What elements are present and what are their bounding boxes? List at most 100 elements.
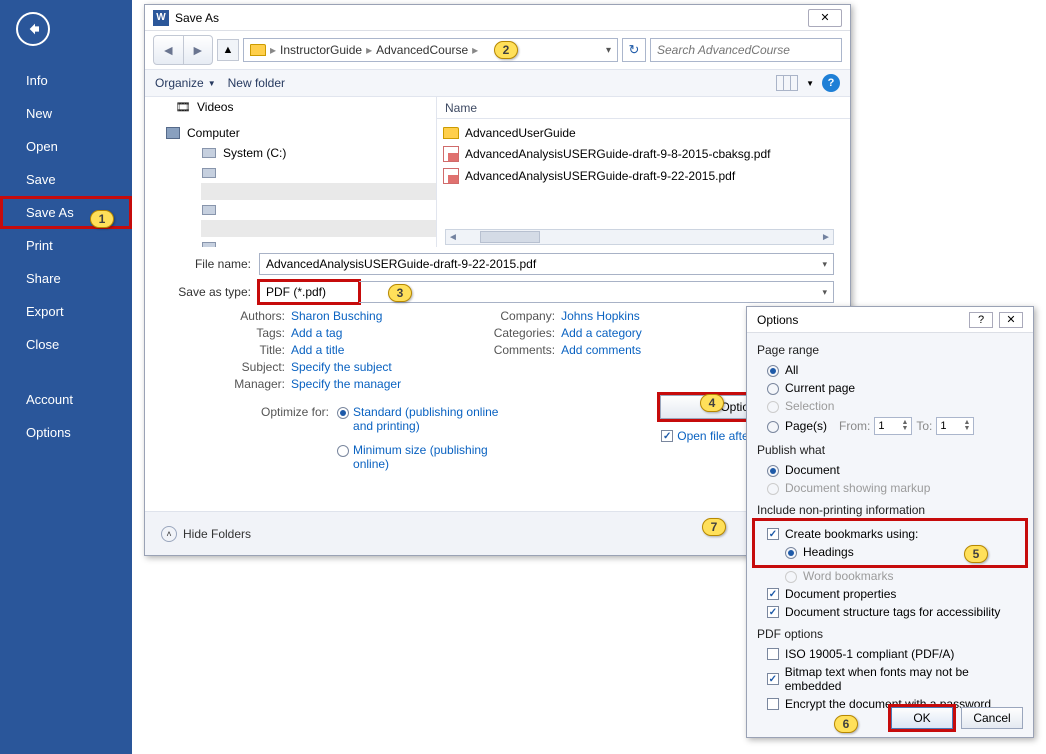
horizontal-scrollbar[interactable]: ◄► [445,229,834,245]
bitmap-checkbox[interactable]: Bitmap text when fonts may not be embedd… [757,663,1023,695]
range-selection-radio: Selection [757,397,1023,415]
manager-value[interactable]: Specify the manager [291,377,401,391]
checkbox-icon [661,430,673,442]
organize-button[interactable]: Organize▼ [155,76,216,90]
title-label: Title: [221,343,291,357]
pdf-options-heading: PDF options [757,627,1023,641]
nav-back-forward[interactable]: ◄► [153,35,213,65]
include-heading: Include non-printing information [757,503,1023,517]
ok-button[interactable]: OK [891,707,953,729]
column-header-name[interactable]: Name [437,97,850,119]
bs-export[interactable]: Export [0,295,132,328]
options-titlebar: Options ? ✕ [747,307,1033,333]
close-icon[interactable]: ✕ [999,312,1023,328]
bs-new[interactable]: New [0,97,132,130]
dialog-title: Save As [175,11,219,25]
tree-computer[interactable]: Computer [145,123,436,143]
accessibility-tags-checkbox[interactable]: Document structure tags for accessibilit… [757,603,1023,621]
authors-label: Authors: [221,309,291,323]
range-pages-radio[interactable]: Page(s) From: 1▲▼ To: 1▲▼ [757,415,1023,437]
word-app-icon: W [153,10,169,26]
optimize-minimum-radio[interactable]: Minimum size (publishing online) [337,443,503,471]
back-button[interactable] [16,12,50,46]
search-input[interactable] [650,38,842,62]
doc-properties-checkbox[interactable]: Document properties [757,585,1023,603]
help-icon[interactable]: ? [969,312,993,328]
step-marker-5: 5 [964,545,988,563]
range-all-radio[interactable]: All [757,361,1023,379]
from-spinner[interactable]: 1▲▼ [874,417,912,435]
nav-up-icon[interactable]: ▲ [217,39,239,61]
file-browser: 🎞Videos Computer System (C:) Name Advanc… [145,97,850,247]
new-folder-button[interactable]: New folder [228,76,285,90]
breadcrumb[interactable]: InstructorGuide [280,43,362,57]
categories-value[interactable]: Add a category [561,326,642,340]
step-marker-7: 7 [702,518,726,536]
company-value[interactable]: Johns Hopkins [561,309,640,323]
optimize-standard-radio[interactable]: Standard (publishing online and printing… [337,405,503,433]
help-icon[interactable]: ? [822,74,840,92]
hide-folders-button[interactable]: ˄ Hide Folders [161,526,251,542]
publish-what-heading: Publish what [757,443,1023,457]
subject-value[interactable]: Specify the subject [291,360,392,374]
bs-options[interactable]: Options [0,416,132,449]
categories-label: Categories: [481,326,561,340]
save-as-type-select[interactable]: PDF (*.pdf) [259,281,359,303]
view-options-icon[interactable] [776,75,798,91]
tree-videos[interactable]: 🎞Videos [145,97,436,117]
pdf-icon [443,146,459,162]
page-range-heading: Page range [757,343,1023,357]
address-bar[interactable]: ▸ InstructorGuide ▸ AdvancedCourse ▸ ▾ [243,38,618,62]
backstage-sidebar: Info New Open Save Save As Print Share E… [0,0,132,754]
tree-drive[interactable] [145,237,436,247]
comments-label: Comments: [481,343,561,357]
cancel-button[interactable]: Cancel [961,707,1023,729]
manager-label: Manager: [221,377,291,391]
tree-drive[interactable] [145,200,436,220]
list-item[interactable]: AdvancedUserGuide [443,123,844,143]
bs-share[interactable]: Share [0,262,132,295]
bs-open[interactable]: Open [0,130,132,163]
optimize-label: Optimize for: [261,405,329,471]
breadcrumb[interactable]: AdvancedCourse [376,43,468,57]
chevron-down-icon[interactable]: ▾ [606,45,611,56]
toolbar: Organize▼ New folder ▼ ? [145,69,850,97]
save-as-titlebar: W Save As ✕ [145,5,850,31]
search-field[interactable] [657,43,835,57]
subject-label: Subject: [221,360,291,374]
folder-tree[interactable]: 🎞Videos Computer System (C:) [145,97,437,247]
chevron-down-icon[interactable]: ▼ [806,79,814,88]
list-item[interactable]: AdvancedAnalysisUSERGuide-draft-9-8-2015… [443,143,844,165]
type-label: Save as type: [161,285,259,299]
close-icon[interactable]: ✕ [808,9,842,27]
options-dialog: Options ? ✕ Page range All Current page … [746,306,1034,738]
bs-close[interactable]: Close [0,328,132,361]
folder-icon [443,127,459,139]
bs-account[interactable]: Account [0,383,132,416]
save-form: File name: AdvancedAnalysisUSERGuide-dra… [145,247,850,479]
comments-value[interactable]: Add comments [561,343,641,357]
refresh-icon[interactable]: ↻ [622,38,646,62]
range-current-radio[interactable]: Current page [757,379,1023,397]
authors-value[interactable]: Sharon Busching [291,309,382,323]
dialog-footer: ˄ Hide Folders Save [145,511,850,555]
iso-checkbox[interactable]: ISO 19005-1 compliant (PDF/A) [757,645,1023,663]
tree-system-drive[interactable]: System (C:) [145,143,436,163]
options-title: Options [757,313,798,327]
bs-print[interactable]: Print [0,229,132,262]
file-list-pane: Name AdvancedUserGuide AdvancedAnalysisU… [437,97,850,247]
tree-drive[interactable] [145,163,436,183]
folder-icon [250,44,266,56]
tags-value[interactable]: Add a tag [291,326,342,340]
filename-label: File name: [161,257,259,271]
bs-save[interactable]: Save [0,163,132,196]
filename-input[interactable]: AdvancedAnalysisUSERGuide-draft-9-22-201… [259,253,834,275]
step-marker-2: 2 [494,41,518,59]
to-spinner[interactable]: 1▲▼ [936,417,974,435]
title-value[interactable]: Add a title [291,343,344,357]
bookmarks-checkbox[interactable]: Create bookmarks using: [757,525,1023,543]
bs-info[interactable]: Info [0,64,132,97]
publish-markup-radio: Document showing markup [757,479,1023,497]
list-item[interactable]: AdvancedAnalysisUSERGuide-draft-9-22-201… [443,165,844,187]
publish-document-radio[interactable]: Document [757,461,1023,479]
